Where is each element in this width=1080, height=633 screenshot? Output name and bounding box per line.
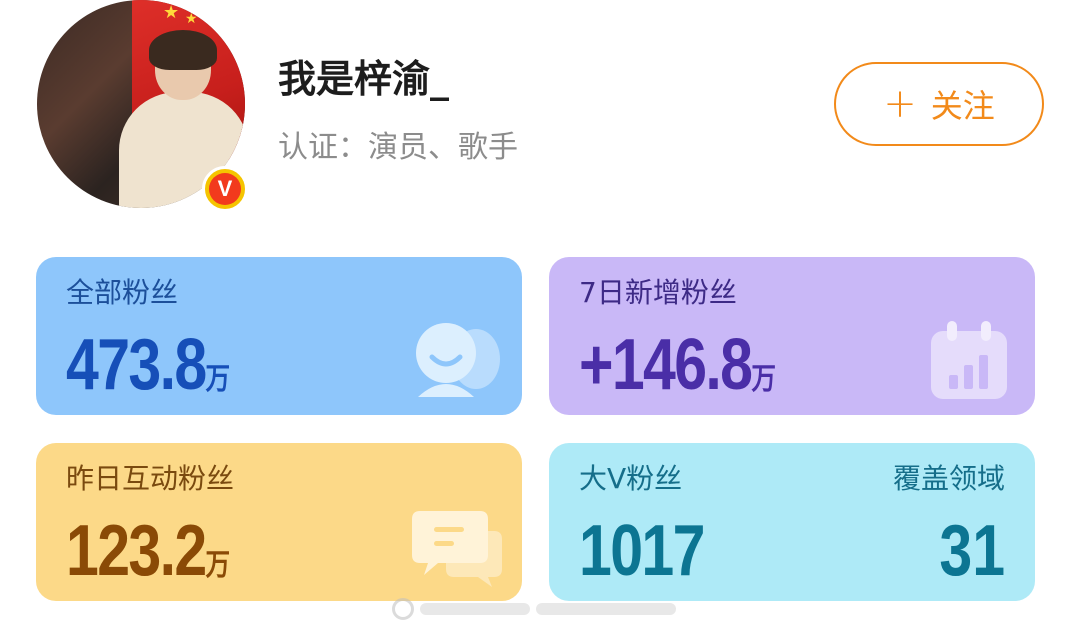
interactive-fans-label: 昨日互动粉丝 xyxy=(66,462,235,495)
new-fans-card[interactable]: 7日新增粉丝 +146.8万 xyxy=(549,257,1035,415)
big-v-fans-card[interactable]: 大V粉丝 1017 覆盖领域 31 xyxy=(549,443,1035,601)
coverage-label: 覆盖领域 xyxy=(892,462,1005,495)
interactive-fans-card[interactable]: 昨日互动粉丝 123.2万 xyxy=(36,443,522,601)
verified-badge-icon: V xyxy=(202,166,248,212)
new-fans-label: 7日新增粉丝 xyxy=(579,276,737,309)
interactive-fans-value: 123.2万 xyxy=(66,511,231,591)
calendar-chart-icon xyxy=(931,321,1007,399)
big-v-fans-value: 1017 xyxy=(579,511,705,591)
watermark-logo-icon xyxy=(392,598,414,620)
new-fans-value: +146.8万 xyxy=(579,325,776,405)
chat-bubbles-icon xyxy=(412,511,502,587)
flag-star: ★ xyxy=(185,11,198,27)
verification-text: 认证：演员、歌手 xyxy=(278,130,518,165)
total-fans-value: 473.8万 xyxy=(66,325,231,405)
profile-name: 我是梓渝_ xyxy=(278,57,450,101)
follow-label: 关注 xyxy=(930,87,995,125)
total-fans-card[interactable]: 全部粉丝 473.8万 xyxy=(36,257,522,415)
follow-button[interactable]: + 关注 xyxy=(834,62,1044,146)
person-hair xyxy=(149,30,217,70)
flag-star: ★ xyxy=(163,2,180,23)
unit-label: 万 xyxy=(205,363,231,396)
watermark xyxy=(392,594,692,624)
smiley-people-icon xyxy=(416,323,500,397)
big-v-fans-label: 大V粉丝 xyxy=(579,462,683,495)
coverage-value: 31 xyxy=(939,511,1005,591)
watermark-bar xyxy=(536,603,676,615)
unit-label: 万 xyxy=(205,549,231,582)
total-fans-label: 全部粉丝 xyxy=(66,276,179,309)
watermark-bar xyxy=(420,603,530,615)
unit-label: 万 xyxy=(751,363,776,396)
plus-icon: + xyxy=(883,81,917,127)
